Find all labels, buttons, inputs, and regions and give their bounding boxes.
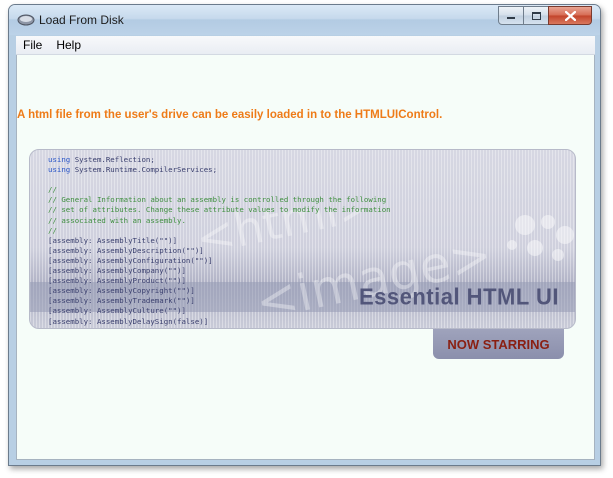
now-starring-label: NOW STARRING — [447, 336, 550, 352]
banner-title: Essential HTML UI — [358, 283, 559, 310]
code-text: System.Reflection; — [70, 155, 155, 164]
code-text: [assembly: AssemblyCompany("")] — [48, 266, 186, 276]
code-line: using System.Reflection; — [48, 155, 391, 165]
code-line: [assembly: AssemblyConfiguration("")] — [48, 256, 391, 266]
code-text: // — [48, 185, 57, 195]
code-text: [assembly: AssemblyDelaySign(false)] — [48, 316, 209, 326]
intro-text: A html file from the user's drive can be… — [17, 109, 443, 121]
code-line: [assembly: AssemblyCopyright("")] — [48, 286, 391, 296]
menu-help[interactable]: Help — [49, 36, 88, 55]
minimize-icon — [507, 17, 515, 19]
code-text: System.Runtime.CompilerServices; — [70, 165, 218, 175]
maximize-button[interactable] — [523, 6, 549, 25]
product-banner: <html> <image> using System.Reflection; u… — [29, 149, 576, 329]
code-line: // — [48, 226, 391, 236]
code-line: [assembly: AssemblyDelaySign(false)] — [48, 317, 391, 327]
code-keyword: using — [48, 155, 71, 164]
code-line: [assembly: AssemblyTitle("")] — [48, 236, 391, 246]
menu-bar: File Help — [16, 36, 595, 55]
code-text: // associated with an assembly. — [48, 215, 186, 225]
title-bar[interactable]: Load From Disk — [9, 5, 600, 35]
code-line: [assembly: AssemblyCulture("")] — [48, 306, 391, 316]
code-text: // — [48, 225, 57, 235]
code-line: [assembly: AssemblyTrademark("")] — [48, 296, 391, 306]
code-text: [assembly: AssemblyDescription("")] — [48, 245, 204, 255]
code-line: [assembly: AssemblyCompany("")] — [48, 266, 391, 276]
code-text: [assembly: AssemblyConfiguration("")] — [48, 255, 213, 265]
menu-file[interactable]: File — [16, 36, 49, 55]
code-line: // set of attributes. Change these attri… — [48, 205, 391, 215]
code-text: [assembly: AssemblyProduct("")] — [48, 276, 186, 286]
code-text: // General Information about an assembly… — [48, 195, 387, 205]
code-line: [assembly: AssemblyProduct("")] — [48, 276, 391, 286]
code-sample: using System.Reflection; using System.Run… — [48, 155, 391, 327]
code-line: // — [48, 185, 391, 195]
drive-icon — [17, 14, 35, 26]
close-icon — [564, 10, 576, 21]
code-text: [assembly: AssemblyCopyright("")] — [48, 286, 195, 296]
now-starring-tab: NOW STARRING — [433, 329, 564, 359]
code-line: // General Information about an assembly… — [48, 195, 391, 205]
window-title: Load From Disk — [39, 13, 124, 27]
code-line: [assembly: AssemblyDescription("")] — [48, 246, 391, 256]
maximize-icon — [531, 11, 541, 20]
code-line: using System.Runtime.CompilerServices; — [48, 165, 391, 175]
code-line: // associated with an assembly. — [48, 216, 391, 226]
code-text: [assembly: AssemblyTrademark("")] — [48, 296, 195, 306]
minimize-button[interactable] — [498, 6, 524, 25]
code-text: [assembly: AssemblyCulture("")] — [48, 306, 186, 316]
code-text: // set of attributes. Change these attri… — [48, 205, 391, 215]
code-text: [assembly: AssemblyTitle("")] — [48, 235, 178, 245]
code-keyword: using — [48, 165, 71, 175]
close-button[interactable] — [548, 6, 592, 25]
